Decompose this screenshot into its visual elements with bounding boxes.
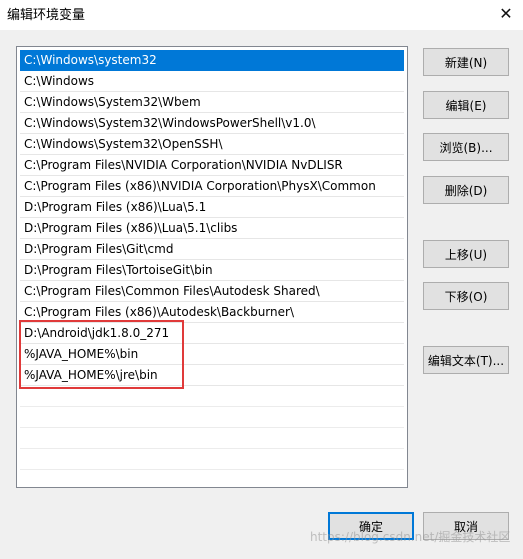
list-item[interactable]: C:\Program Files (x86)\Autodesk\Backburn…	[20, 302, 404, 323]
list-item[interactable]: D:\Android\jdk1.8.0_271	[20, 323, 404, 344]
watermark: https://blog.csdn.net/掘金技术社区	[310, 530, 511, 544]
path-list[interactable]: C:\Windows\system32 C:\Windows C:\Windows\…	[16, 46, 408, 488]
delete-button[interactable]: 删除(D)	[423, 176, 509, 204]
empty-list-row[interactable]	[20, 449, 404, 470]
new-button[interactable]: 新建(N)	[423, 48, 509, 76]
edit-button[interactable]: 编辑(E)	[423, 91, 509, 119]
list-item[interactable]: %JAVA_HOME%\bin	[20, 344, 404, 365]
title-bar: 编辑环境变量 ✕	[0, 0, 523, 30]
list-item[interactable]: C:\Program Files\NVIDIA Corporation\NVID…	[20, 155, 404, 176]
browse-button[interactable]: 浏览(B)...	[423, 133, 509, 161]
empty-list-row[interactable]	[20, 428, 404, 449]
move-down-button[interactable]: 下移(O)	[423, 282, 509, 310]
list-item[interactable]: D:\Program Files\Git\cmd	[20, 239, 404, 260]
close-icon[interactable]: ✕	[489, 0, 523, 26]
list-item[interactable]: C:\Windows	[20, 71, 404, 92]
move-up-button[interactable]: 上移(U)	[423, 240, 509, 268]
empty-list-row[interactable]	[20, 386, 404, 407]
list-item[interactable]: D:\Program Files (x86)\Lua\5.1\clibs	[20, 218, 404, 239]
empty-list-row[interactable]	[20, 407, 404, 428]
window-title: 编辑环境变量	[7, 8, 86, 23]
edit-text-button[interactable]: 编辑文本(T)...	[423, 346, 509, 374]
list-item[interactable]: D:\Program Files (x86)\Lua\5.1	[20, 197, 404, 218]
list-item[interactable]: C:\Windows\system32	[20, 50, 404, 71]
list-item[interactable]: C:\Program Files (x86)\NVIDIA Corporatio…	[20, 176, 404, 197]
list-item[interactable]: C:\Windows\System32\Wbem	[20, 92, 404, 113]
list-item[interactable]: D:\Program Files\TortoiseGit\bin	[20, 260, 404, 281]
list-item[interactable]: C:\Windows\System32\WindowsPowerShell\v1…	[20, 113, 404, 134]
empty-list-row[interactable]	[20, 470, 404, 487]
list-item[interactable]: %JAVA_HOME%\jre\bin	[20, 365, 404, 386]
list-item[interactable]: C:\Program Files\Common Files\Autodesk S…	[20, 281, 404, 302]
list-item[interactable]: C:\Windows\System32\OpenSSH\	[20, 134, 404, 155]
